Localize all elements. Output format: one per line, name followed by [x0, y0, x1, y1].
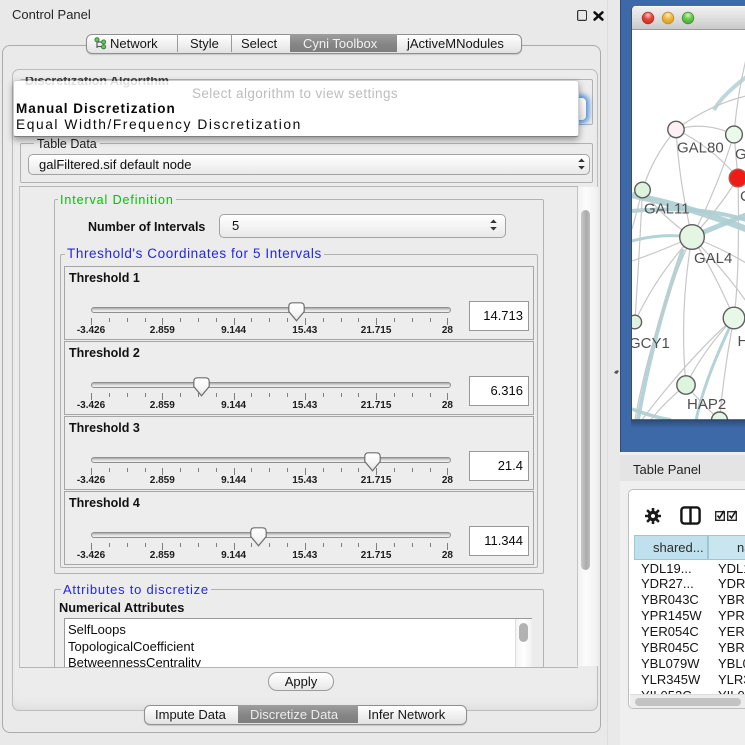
svg-text:HAP2: HAP2 — [687, 396, 726, 413]
svg-text:GAL80: GAL80 — [677, 140, 724, 157]
svg-text:HA: HA — [738, 333, 745, 350]
svg-text:GCY1: GCY1 — [632, 335, 670, 352]
svg-text:C: C — [740, 188, 745, 205]
svg-text:GAL4: GAL4 — [694, 250, 732, 267]
svg-text:GAL: GAL — [735, 146, 745, 163]
svg-text:GAL11: GAL11 — [644, 201, 690, 218]
